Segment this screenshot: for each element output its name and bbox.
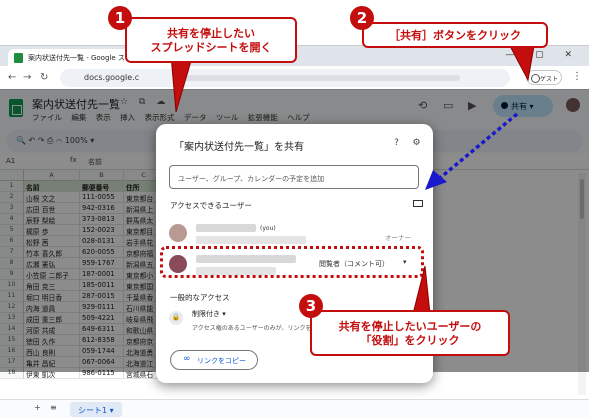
url-text: docs.google.c (84, 73, 140, 82)
role-highlight (160, 246, 424, 278)
dialog-title: 「案内状送付先一覧」を共有 (174, 142, 304, 153)
restricted-description: アクセス権のあるユーザーのみが、リンクを (192, 325, 312, 332)
window-controls[interactable]: — ▢ ✕ (505, 50, 581, 60)
settings-icon[interactable]: ⚙ (411, 138, 422, 149)
owner-name-blur (196, 224, 256, 232)
restricted-dropdown[interactable]: 制限付き ▾ (192, 309, 226, 319)
general-access-heading: 一般的なアクセス (170, 293, 230, 302)
step-1-badge: 1 (108, 6, 132, 30)
callout-3-line-1: 共有を停止したいユーザーの (338, 320, 482, 333)
owner-email-blur (196, 236, 306, 244)
callout-2: ［共有］ボタンをクリック (362, 22, 548, 48)
back-icon[interactable]: ← (8, 72, 16, 83)
email-icon[interactable] (413, 200, 423, 207)
you-label: (you) (260, 225, 276, 232)
callout-1-line-2: スプレッドシートを開く (150, 40, 272, 54)
step-3-badge: 3 (299, 294, 323, 318)
owner-label: オーナー (385, 234, 411, 242)
all-sheets-icon[interactable]: ≡ (50, 403, 57, 412)
sheets-favicon-icon (14, 53, 23, 63)
help-icon[interactable]: ? (391, 138, 402, 149)
address-bar-row: ← → ↻ docs.google.c ゲスト ⋮ (0, 66, 589, 90)
browser-menu-icon[interactable]: ⋮ (572, 71, 582, 82)
callout-3: 共有を停止したいユーザーの 「役割」をクリック (310, 310, 510, 356)
sheet-bar: + ≡ シート1 ▾ (0, 399, 589, 418)
forward-icon[interactable]: → (23, 72, 31, 83)
guest-profile-button[interactable]: ゲスト (526, 70, 562, 85)
step-2-badge: 2 (350, 6, 374, 30)
callout-3-line-2: 「役割」をクリック (360, 333, 460, 347)
access-users-heading: アクセスできるユーザー (170, 201, 252, 210)
owner-avatar (169, 224, 187, 242)
tab-title: 案内状送付先一覧 - Google ス… (28, 54, 132, 62)
add-people-input[interactable]: ユーザー、グループ、カレンダーの予定を追加 (169, 165, 419, 189)
url-bar[interactable]: docs.google.c (60, 69, 510, 87)
callout-1-line-1: 共有を停止したい (167, 27, 255, 40)
reload-icon[interactable]: ↻ (40, 72, 48, 83)
lock-icon: 🔒 (169, 311, 183, 325)
callout-2-text: ［共有］ボタンをクリック (389, 29, 521, 42)
url-blur (180, 75, 460, 81)
sheet-tab-1[interactable]: シート1 ▾ (70, 402, 122, 417)
add-sheet-icon[interactable]: + (34, 403, 41, 412)
copy-link-button[interactable]: リンクをコピー (170, 350, 258, 370)
callout-1: 共有を停止したい スプレッドシートを開く (125, 17, 297, 63)
